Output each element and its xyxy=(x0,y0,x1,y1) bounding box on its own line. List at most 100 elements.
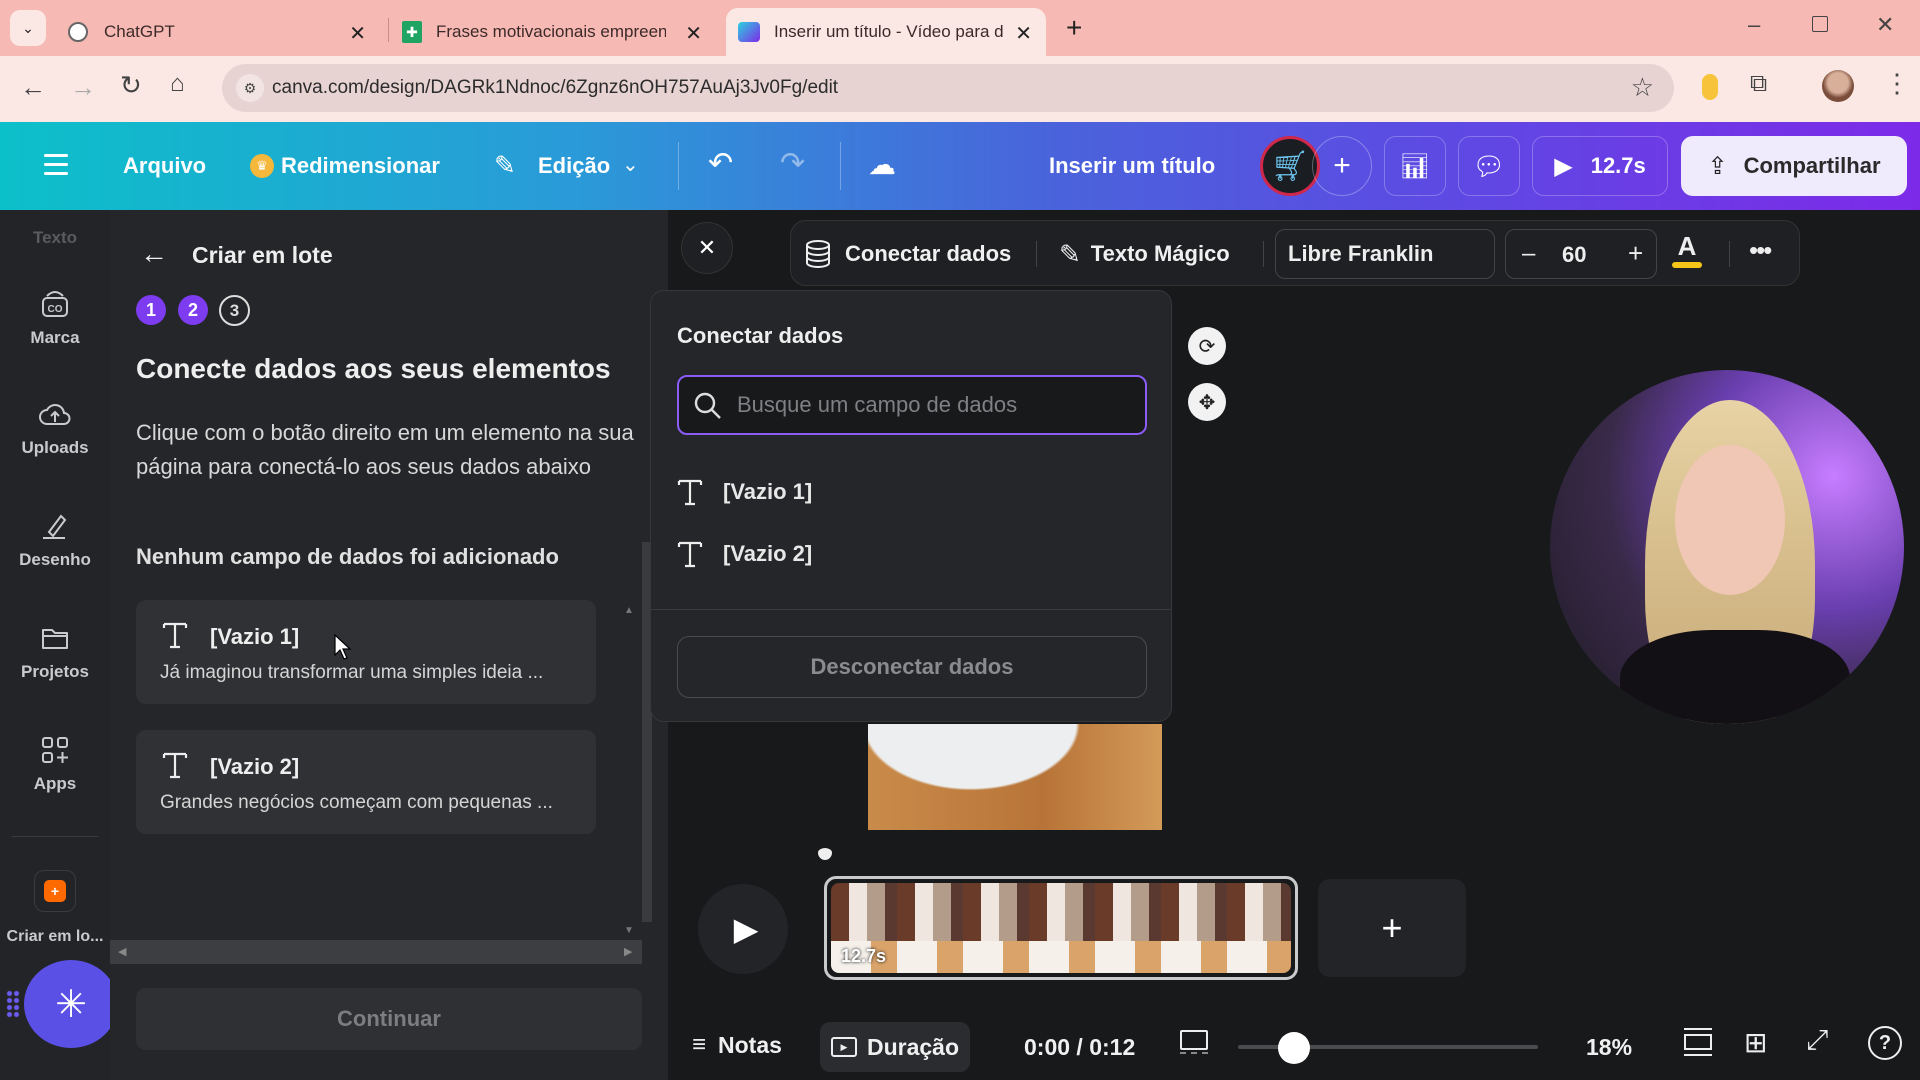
close-bulk-button[interactable]: ✕ xyxy=(681,222,733,274)
page-view-icon[interactable] xyxy=(1684,1028,1712,1056)
rail-item-uploads[interactable]: Uploads xyxy=(0,398,110,458)
notes-button[interactable]: ≡ Notas xyxy=(692,1024,782,1066)
back-icon[interactable]: ← xyxy=(20,72,46,103)
address-bar[interactable]: ⚙ canva.com/design/DAGRk1Ndnoc/6Zgnz6nOH… xyxy=(222,64,1674,112)
continue-button[interactable]: Continuar xyxy=(136,988,642,1050)
more-options-icon[interactable]: ••• xyxy=(1749,235,1772,266)
tab-title: Frases motivacionais empreend xyxy=(436,22,666,41)
restore-button[interactable] xyxy=(1812,16,1828,32)
magic-assistant-button[interactable]: ✳ xyxy=(24,960,118,1048)
duration-button[interactable]: ▶ Duração xyxy=(820,1022,970,1072)
text-context-toolbar: Conectar dados ✎ Texto Mágico Libre Fran… xyxy=(790,220,1800,286)
rail-item-draw[interactable]: Desenho xyxy=(0,510,110,570)
fullscreen-icon[interactable]: ⤢ xyxy=(1806,1024,1828,1057)
canva-video-icon xyxy=(738,22,760,42)
minimize-button[interactable]: – xyxy=(1748,12,1760,38)
design-background-image xyxy=(868,724,1162,830)
resize-button[interactable]: Redimensionar xyxy=(281,153,440,179)
database-icon xyxy=(806,240,830,268)
move-button[interactable]: ✥ xyxy=(1188,383,1226,421)
chevron-down-icon[interactable]: ⌄ xyxy=(622,152,639,177)
rail-item-apps[interactable]: Apps xyxy=(0,734,110,794)
data-field-option[interactable]: [Vazio 2] xyxy=(677,529,1147,579)
close-tab-icon[interactable]: ✕ xyxy=(685,21,702,46)
font-size-stepper[interactable]: – 60 + xyxy=(1505,229,1657,279)
rail-item-brand[interactable]: CO Marca xyxy=(0,288,110,348)
tab-canva[interactable]: Inserir um título - Vídeo para d ✕ xyxy=(726,8,1046,56)
apps-icon xyxy=(42,737,68,763)
card-preview: Já imaginou transformar uma simples idei… xyxy=(160,662,544,683)
rail-item-bulk-create[interactable]: + Criar em lo... xyxy=(0,870,110,946)
page-view-toggle[interactable] xyxy=(1180,1030,1208,1058)
close-tab-icon[interactable]: ✕ xyxy=(349,21,366,46)
url-text: canva.com/design/DAGRk1Ndnoc/6Zgnz6nOH75… xyxy=(272,77,839,98)
scroll-up-arrow[interactable]: ▲ xyxy=(624,605,634,616)
timeline-play-button[interactable]: ▶ xyxy=(698,884,788,974)
increase-size-button[interactable]: + xyxy=(1628,238,1643,269)
help-button[interactable]: ? xyxy=(1868,1026,1902,1060)
duration-label: Duração xyxy=(866,1033,960,1060)
data-field-option[interactable]: [Vazio 1] xyxy=(677,467,1147,517)
rotate-button[interactable]: ⟳ xyxy=(1188,327,1226,365)
home-icon[interactable]: ⌂ xyxy=(170,70,185,98)
forward-icon[interactable]: → xyxy=(70,72,96,103)
rail-item-text[interactable]: Texto xyxy=(0,228,110,248)
rail-item-projects[interactable]: Projetos xyxy=(0,622,110,682)
data-field-card[interactable]: [Vazio 1] Já imaginou transformar uma si… xyxy=(136,600,596,704)
tab-frases[interactable]: ✚ Frases motivacionais empreend ✕ xyxy=(396,8,716,56)
share-button[interactable]: ⇪ Compartilhar xyxy=(1681,136,1907,196)
design-title[interactable]: Inserir um título xyxy=(1049,153,1215,179)
scroll-right-arrow[interactable]: ▶ xyxy=(624,945,632,958)
cart-icon: 🛒︎ xyxy=(1270,149,1310,183)
zoom-slider-thumb[interactable] xyxy=(1278,1032,1310,1064)
present-button[interactable]: ▶ 12.7s xyxy=(1532,136,1668,196)
font-family-value: Libre Franklin xyxy=(1288,241,1434,266)
drag-handle-dots[interactable] xyxy=(6,990,20,1018)
cloud-saved-icon[interactable]: ☁ xyxy=(868,148,896,181)
horizontal-scrollbar[interactable] xyxy=(110,940,642,964)
reload-icon[interactable]: ↻ xyxy=(120,70,142,101)
close-tab-icon[interactable]: ✕ xyxy=(1015,21,1032,46)
scroll-left-arrow[interactable]: ◀ xyxy=(118,945,126,958)
edit-mode-button[interactable]: Edição xyxy=(538,153,610,179)
tab-search-button[interactable]: ⌄ xyxy=(10,10,46,46)
zoom-level[interactable]: 18% xyxy=(1586,1034,1632,1061)
back-arrow-icon[interactable]: ← xyxy=(140,238,168,270)
grid-view-icon[interactable]: ⊞ xyxy=(1744,1026,1767,1059)
decrease-size-button[interactable]: – xyxy=(1522,240,1535,268)
tab-chatgpt[interactable]: ChatGPT ✕ xyxy=(60,8,380,56)
search-field[interactable] xyxy=(677,375,1147,435)
connect-data-button[interactable]: Conectar dados xyxy=(803,231,1011,277)
comments-button[interactable]: 💬︎ xyxy=(1458,136,1520,196)
tab-title: Inserir um título - Vídeo para d xyxy=(774,22,1004,41)
add-clip-button[interactable]: + xyxy=(1318,879,1466,977)
text-color-button[interactable]: A xyxy=(1669,231,1705,277)
disconnect-data-button[interactable]: Desconectar dados xyxy=(677,636,1147,698)
add-collaborator-button[interactable]: + xyxy=(1312,136,1372,196)
bookmark-star-icon[interactable]: ☆ xyxy=(1631,72,1654,103)
font-size-value[interactable]: 60 xyxy=(1562,242,1586,268)
file-menu[interactable]: Arquivo xyxy=(123,153,206,179)
magic-text-button[interactable]: ✎ Texto Mágico xyxy=(1059,231,1230,277)
share-upload-icon: ⇪ xyxy=(1707,152,1728,180)
close-window-button[interactable]: ✕ xyxy=(1876,12,1894,38)
notes-icon: ≡ xyxy=(692,1031,707,1058)
insights-button[interactable]: 📊︎ xyxy=(1384,136,1446,196)
browser-menu-icon[interactable]: ⋮ xyxy=(1884,68,1910,99)
search-input[interactable] xyxy=(737,387,1137,423)
shop-cart-avatar[interactable]: 🛒︎ xyxy=(1260,136,1320,196)
font-family-select[interactable]: Libre Franklin xyxy=(1275,229,1495,279)
scroll-down-arrow[interactable]: ▼ xyxy=(624,925,634,936)
redo-icon[interactable]: ↷ xyxy=(780,146,805,181)
close-icon: ✕ xyxy=(697,235,717,260)
new-tab-button[interactable]: + xyxy=(1066,12,1082,44)
timeline-clip[interactable]: 12.7s xyxy=(824,876,1298,980)
hamburger-icon[interactable] xyxy=(44,154,68,175)
extension-icon[interactable] xyxy=(1702,74,1718,100)
extensions-puzzle-icon[interactable]: ⧉ xyxy=(1750,70,1767,98)
data-field-card[interactable]: [Vazio 2] Grandes negócios começam com p… xyxy=(136,730,596,834)
undo-icon[interactable]: ↶ xyxy=(708,146,733,181)
rail-label: Apps xyxy=(33,774,77,793)
site-info-icon[interactable]: ⚙ xyxy=(236,74,264,102)
profile-avatar[interactable] xyxy=(1822,70,1854,102)
